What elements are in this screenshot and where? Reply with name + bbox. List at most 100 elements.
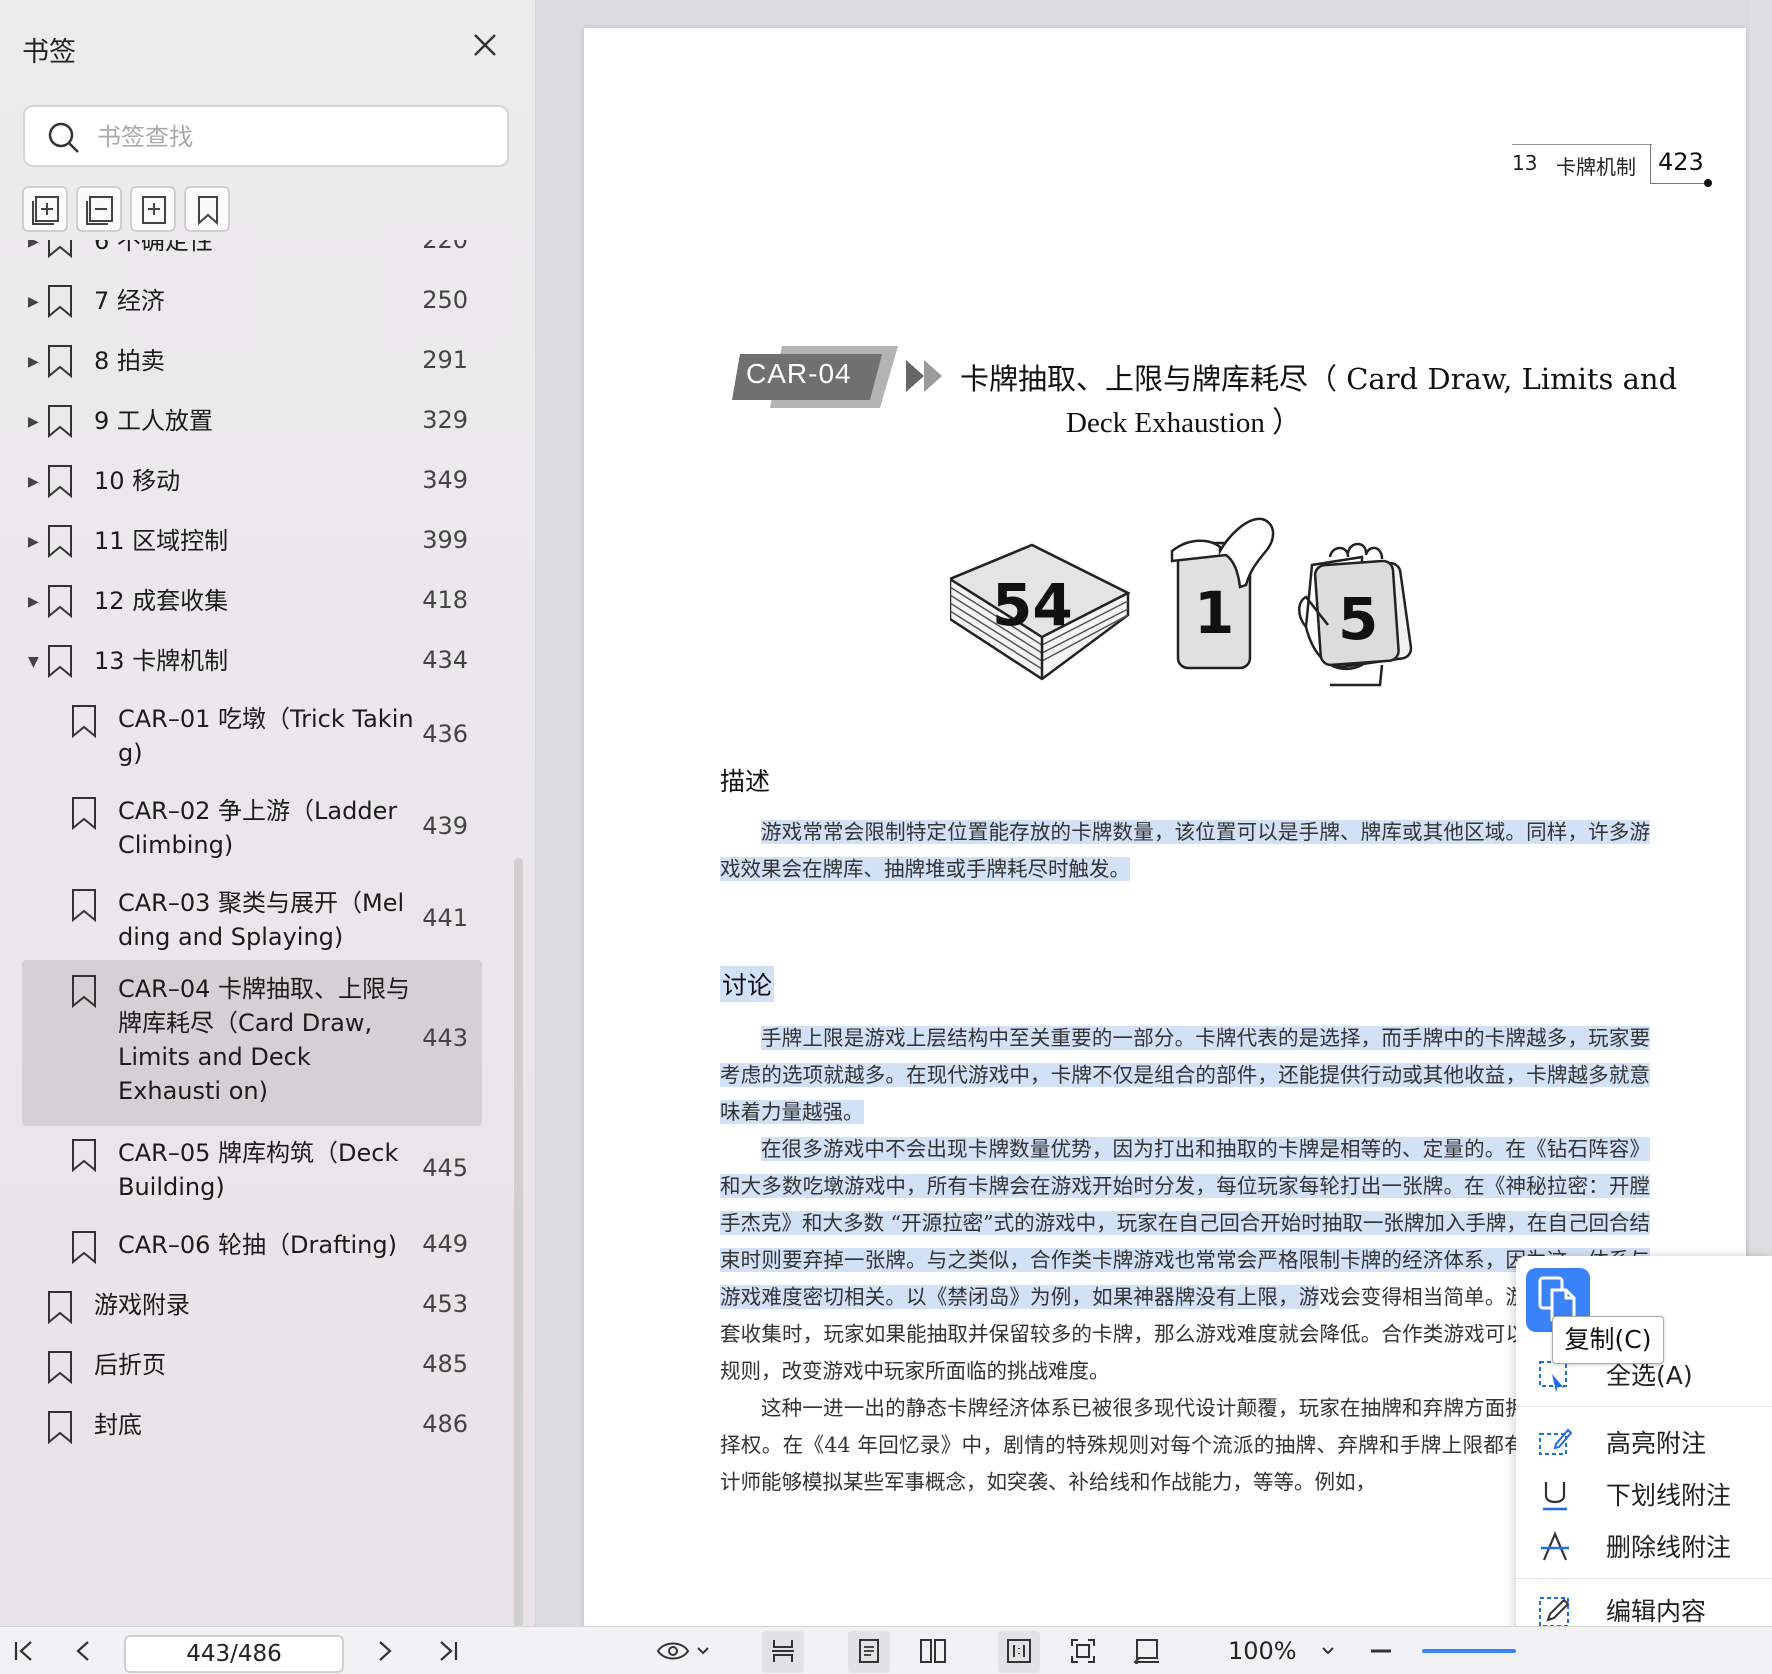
continuous-scroll-icon [772,1640,794,1662]
bookmark-label: CAR–04 卡牌抽取、上限与牌库耗尽（Card Draw, Limits an… [118,975,411,1105]
bookmark-label: CAR–01 吃墩（Trick Takin g) [118,705,414,767]
zoom-out-button[interactable] [1366,1627,1396,1674]
double-page-icon [920,1639,946,1663]
double-page-button[interactable] [912,1627,954,1674]
description-paragraph[interactable]: 游戏常常会限制特定位置能存放的卡牌数量，该位置可以是手牌、牌库或其他区域。同样，… [720,814,1650,888]
section-title-line1: 卡牌抽取、上限与牌库耗尽（ Card Draw, Limits and [960,362,1678,396]
bookmark-item[interactable]: CAR–05 牌库构筑（Deck Building) 445 [0,1126,536,1218]
car-code-tag: CAR-04 [730,346,960,420]
svg-text:5: 5 [1338,585,1378,653]
bookmark-item[interactable]: CAR–02 争上游（Ladder Climbing) 439 [0,784,536,876]
fit-page-icon [1071,1639,1095,1663]
bookmark-item[interactable]: CAR–03 聚类与展开（Mel ding and Splaying) 441 [0,876,536,968]
minus-icon [1371,1649,1391,1653]
remove-bookmark-button[interactable] [76,186,122,232]
bookmark-icon [48,285,72,318]
actual-size-icon [1007,1639,1031,1663]
continuous-scroll-button[interactable] [762,1627,804,1674]
bookmark-item[interactable]: CAR–01 吃墩（Trick Takin g) 436 [0,692,536,784]
first-page-icon [14,1641,32,1661]
close-icon[interactable] [470,30,502,62]
bookmark-page: 445 [422,1154,468,1182]
bookmark-item[interactable]: 后折页 485 [0,1338,536,1398]
first-page-button[interactable] [6,1627,42,1674]
bookmark-page: 441 [422,904,468,932]
add-bookmark-button[interactable] [22,186,68,232]
eye-icon [656,1642,690,1660]
highlighted-text[interactable]: 在很多游戏中不会出现卡牌数量优势，因为打出和抽取的卡牌是相等的、定量的。在《钻石… [720,1137,1650,1309]
bookmark-label: 封底 [94,1411,142,1439]
single-page-button[interactable] [848,1627,890,1674]
highlighted-text[interactable]: 手牌上限是游戏上层结构中至关重要的一部分。卡牌代表的是选择，而手牌中的卡牌越多，… [720,1026,1650,1124]
fit-width-icon [1133,1639,1159,1664]
bookmark-page: 349 [422,466,468,494]
insert-bookmark-button[interactable] [130,186,176,232]
last-page-button[interactable] [430,1627,466,1674]
sidebar-scrollbar[interactable] [514,858,523,1628]
bookmark-page: 486 [422,1410,468,1438]
collapse-arrow-icon[interactable]: ▼ [28,654,39,670]
last-page-icon [440,1641,458,1661]
hand-of-cards-icon: 5 [1298,542,1413,687]
search-input[interactable] [97,119,487,155]
bookmark-item[interactable]: ▶ 8 拍卖 291 [0,332,536,392]
add-bookmark-icon [32,196,59,225]
bookmark-search[interactable] [23,105,509,167]
expand-arrow-icon[interactable]: ▶ [28,414,39,430]
bookmark-item[interactable]: ▶ 11 区域控制 399 [0,512,536,572]
bookmark-item[interactable]: ▶ 10 移动 349 [0,452,536,512]
bookmark-item[interactable]: 游戏附录 453 [0,1278,536,1338]
svg-text:54: 54 [992,571,1073,639]
chevron-left-icon [76,1641,89,1661]
zoom-slider[interactable] [1422,1649,1516,1653]
bookmark-item[interactable]: ▼ 13 卡牌机制 434 [0,632,536,692]
bookmark-item[interactable]: CAR–06 轮抽（Drafting) 449 [0,1218,536,1278]
bookmark-label: 12 成套收集 [94,587,229,615]
zoom-dropdown[interactable] [1316,1627,1340,1674]
bookmark-page: 453 [422,1290,468,1318]
bookmark-page: 250 [422,286,468,314]
body-text[interactable]: 这种一进一出的静态卡牌经济体系已被很多现代设计颠覆，玩家在抽牌和弃牌方面拥有更多… [720,1396,1650,1494]
actual-size-button[interactable] [998,1627,1040,1674]
bookmark-plus-icon [142,196,166,224]
bookmark-item[interactable]: ▶ 12 成套收集 418 [0,572,536,632]
bookmark-page: 399 [422,526,468,554]
bookmark-item[interactable]: ▶ 7 经济 250 [0,272,536,332]
expand-arrow-icon[interactable]: ▶ [28,294,39,310]
expand-arrow-icon[interactable]: ▶ [28,594,39,610]
highlighted-text[interactable]: 游戏常常会限制特定位置能存放的卡牌数量，该位置可以是手牌、牌库或其他区域。同样，… [720,820,1650,881]
bookmark-page: 485 [422,1350,468,1378]
bookmark-label: CAR–03 聚类与展开（Mel ding and Splaying) [118,889,405,951]
previous-page-button[interactable] [66,1627,102,1674]
next-page-button[interactable] [366,1627,402,1674]
expand-arrow-icon[interactable]: ▶ [28,240,39,250]
bookmark-item[interactable]: ▶ 9 工人放置 329 [0,392,536,452]
bottom-toolbar: 443/486 100% [0,1626,1772,1674]
section-heading-discussion[interactable]: 讨论 [720,966,775,1002]
bookmark-item[interactable]: 封底 486 [0,1398,536,1458]
bookmark-label: 10 移动 [94,467,181,495]
section-heading-description: 描述 [720,767,771,796]
bookmark-item[interactable]: ▶ 6 不确定性 220 [0,240,536,272]
page-number-input[interactable]: 443/486 [124,1635,344,1673]
bookmark-label: 9 工人放置 [94,407,213,435]
bookmark-page: 436 [422,720,468,748]
header-dot [1704,179,1712,187]
zoom-level[interactable]: 100% [1228,1637,1297,1665]
collapse-bookmark-icon [86,196,113,225]
fit-page-button[interactable] [1062,1627,1104,1674]
bookmark-button[interactable] [184,186,230,232]
expand-arrow-icon[interactable]: ▶ [28,354,39,370]
bookmark-page: 329 [422,406,468,434]
section-title-line2: Deck Exhaustion ） [1066,407,1302,439]
expand-arrow-icon[interactable]: ▶ [28,534,39,550]
fit-width-button[interactable] [1126,1627,1168,1674]
bookmark-icon [198,196,218,226]
header-chapter-title: 卡牌机制 [1556,155,1636,179]
bookmark-icon [72,1139,96,1172]
expand-arrow-icon[interactable]: ▶ [28,474,39,490]
view-mode-button[interactable] [650,1627,716,1674]
bookmark-item-car04[interactable]: CAR–04 卡牌抽取、上限与牌库耗尽（Card Draw, Limits an… [0,960,536,1126]
discussion-paragraphs[interactable]: 手牌上限是游戏上层结构中至关重要的一部分。卡牌代表的是选择，而手牌中的卡牌越多，… [720,1020,1650,1501]
card-illustration: 54 1 5 [947,515,1430,694]
